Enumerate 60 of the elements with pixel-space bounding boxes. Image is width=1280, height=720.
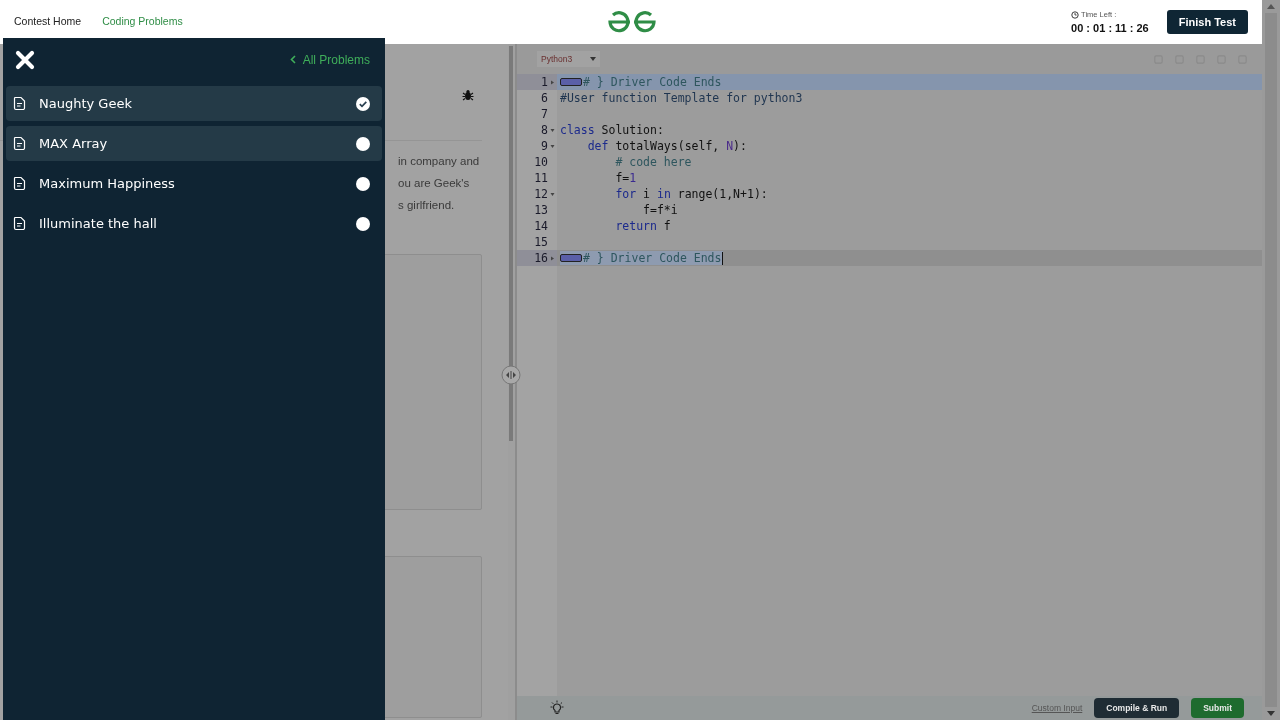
code-line: #User function Template for python3 xyxy=(560,91,803,105)
code-line: f=1 xyxy=(614,171,637,185)
lightbulb-icon[interactable] xyxy=(549,700,565,716)
submit-button[interactable]: Submit xyxy=(1191,698,1244,718)
line-number: 11 xyxy=(534,171,548,185)
close-icon[interactable] xyxy=(15,49,35,70)
fold-arrow-icon[interactable] xyxy=(550,191,555,197)
fold-arrow-icon[interactable] xyxy=(550,255,555,261)
problem-item[interactable]: Maximum Happiness xyxy=(6,166,382,201)
line-number: 14 xyxy=(534,219,548,233)
code-line: return f xyxy=(614,219,671,233)
timer-value: 00 : 01 : 11 : 26 xyxy=(1071,22,1149,34)
line-number: 13 xyxy=(534,203,548,217)
fold-arrow-icon[interactable] xyxy=(550,143,555,149)
nav-link[interactable]: Coding Problems xyxy=(102,15,183,27)
fold-arrow-icon[interactable] xyxy=(550,127,555,133)
bug-icon[interactable] xyxy=(462,89,474,101)
document-icon xyxy=(12,136,27,151)
problem-item[interactable]: Naughty Geek xyxy=(6,86,382,121)
code-line: for i in range(1,N+1): xyxy=(614,187,768,201)
document-icon xyxy=(12,176,27,191)
document-icon xyxy=(12,216,27,231)
language-dropdown[interactable]: Python3 xyxy=(537,51,601,67)
code-line: # } Driver Code Ends xyxy=(583,75,722,89)
code-line: # } Driver Code Ends xyxy=(583,251,722,265)
page-scrollbar[interactable] xyxy=(1262,0,1280,720)
line-number: 1 xyxy=(541,75,548,89)
caret-icon xyxy=(590,57,597,61)
folded-code-icon[interactable] xyxy=(560,254,582,262)
line-number: 16 xyxy=(534,251,548,265)
chevron-left-icon xyxy=(289,55,296,64)
scroll-up-icon[interactable] xyxy=(1267,4,1275,9)
code-line: f=f*i xyxy=(642,203,678,217)
line-number: 12 xyxy=(534,187,548,201)
problem-text: ou are Geek's xyxy=(398,176,471,191)
line-number: 6 xyxy=(541,91,548,105)
finish-test-button[interactable]: Finish Test xyxy=(1166,10,1248,34)
all-problems-link[interactable]: All Problems xyxy=(289,52,370,67)
code-line: class Solution: xyxy=(560,123,664,137)
resize-handle[interactable] xyxy=(501,365,521,385)
problem-item[interactable]: Illuminate the hall xyxy=(6,206,382,241)
line-number: 9 xyxy=(541,139,548,153)
problem-text: in company and xyxy=(398,154,481,169)
problem-item[interactable]: MAX Array xyxy=(6,126,382,161)
document-icon xyxy=(12,96,27,111)
problem-text: s girlfriend. xyxy=(398,198,456,213)
nav-link[interactable]: Contest Home xyxy=(14,15,82,27)
fold-arrow-icon[interactable] xyxy=(550,79,555,85)
line-number: 10 xyxy=(534,155,548,169)
compile-run-button[interactable]: Compile & Run xyxy=(1094,698,1180,718)
code-line: def totalWays(self, N): xyxy=(586,139,747,153)
line-number: 15 xyxy=(534,235,548,249)
line-number: 7 xyxy=(541,107,548,121)
code-line: # code here xyxy=(614,155,692,169)
scroll-down-icon[interactable] xyxy=(1267,711,1275,716)
logo-icon[interactable] xyxy=(606,9,658,35)
scrollbar-thumb[interactable] xyxy=(509,46,513,441)
line-number: 8 xyxy=(541,123,548,137)
folded-code-icon[interactable] xyxy=(560,78,582,86)
clock-icon xyxy=(1071,10,1080,19)
